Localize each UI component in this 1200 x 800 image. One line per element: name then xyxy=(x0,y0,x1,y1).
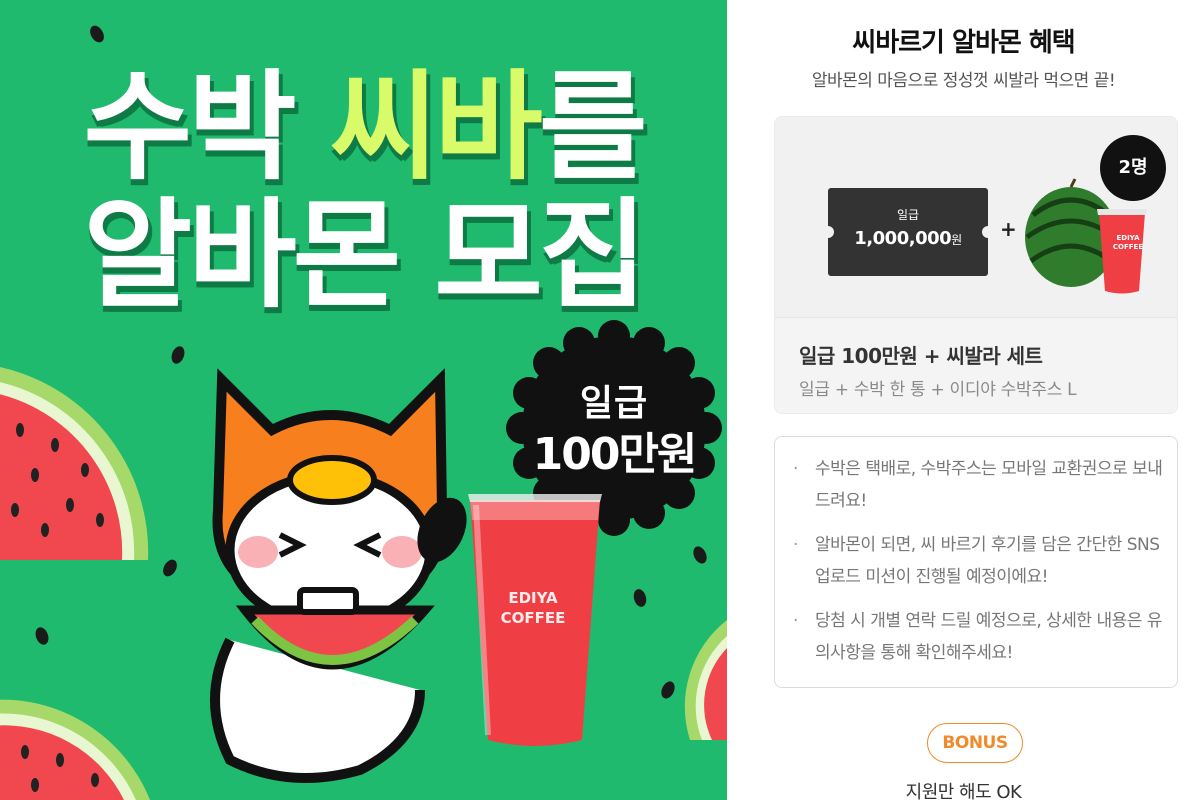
badge-amount: 100만원 xyxy=(532,429,698,480)
plus-sign: + xyxy=(1000,217,1017,241)
prize-name: 일급 100만원 + 씨발라 세트 xyxy=(799,344,1043,368)
notice-bullet: · xyxy=(793,535,798,555)
cup-brand-line-1: EDIYA xyxy=(508,589,558,607)
cup-brand-line-2: COFFEE xyxy=(500,609,566,627)
prize-cup-brand: EDIYA COFFEE xyxy=(1103,234,1153,252)
notice-box: · 수박은 택배로, 수박주스는 모바일 교환권으로 보내드려요! · 알바몬이… xyxy=(774,436,1178,688)
panel-title: 씨바르기 알바몬 혜택 xyxy=(852,28,1075,58)
cup-brand-label: EDIYA COFFEE xyxy=(478,588,588,628)
notice-item: · 알바몬이 되면, 씨 바르기 후기를 담은 간단한 SNS 업로드 미션이 … xyxy=(793,529,1163,593)
prize-card: 일급 1,000,000원 + EDIYA COFFEE 2명 일급 100만원… xyxy=(774,116,1178,414)
notice-item: · 수박은 택배로, 수박주스는 모바일 교환권으로 보내드려요! xyxy=(793,453,1163,517)
notice-text: 당첨 시 개별 연락 드릴 예정으로, 상세한 내용은 유의사항을 통해 확인해… xyxy=(815,611,1162,663)
notice-bullet: · xyxy=(793,611,798,631)
winner-count-badge: 2명 xyxy=(1100,135,1166,201)
notice-item: · 당첨 시 개별 연락 드릴 예정으로, 상세한 내용은 유의사항을 통해 확… xyxy=(793,605,1163,669)
watermelon-slice-bottom xyxy=(0,699,150,800)
headline-line-1: 수박 씨바를 xyxy=(0,62,727,192)
ticket-amount: 1,000,000 xyxy=(854,228,952,249)
headline-word-3: 를 xyxy=(538,58,648,196)
ticket-unit: 원 xyxy=(951,233,962,247)
notice-bullet: · xyxy=(793,459,798,479)
prize-info: 일급 100만원 + 씨발라 세트 일급 + 수박 한 통 + 이디야 수박주스… xyxy=(775,317,1177,413)
pay-ticket: 일급 1,000,000원 xyxy=(822,188,994,276)
prize-cup-brand-line-2: COFFEE xyxy=(1112,243,1144,251)
prize-visual: 일급 1,000,000원 + EDIYA COFFEE 2명 xyxy=(775,117,1177,317)
ticket-label: 일급 xyxy=(896,208,920,222)
notice-text: 수박은 택배로, 수박주스는 모바일 교환권으로 보내드려요! xyxy=(815,459,1163,511)
watermelon-slice-left xyxy=(0,367,149,560)
notice-text: 알바몬이 되면, 씨 바르기 후기를 담은 간단한 SNS 업로드 미션이 진행… xyxy=(815,535,1160,587)
ticket-amount-row: 1,000,000원 xyxy=(828,228,988,249)
prize-detail: 일급 + 수박 한 통 + 이디야 수박주스 L xyxy=(799,380,1077,400)
prize-cup-brand-line-1: EDIYA xyxy=(1116,234,1140,242)
headline-line-2: 알바몬 모집 xyxy=(83,186,648,324)
panel-subtitle: 알바몬의 마음으로 정성껏 씨발라 먹으면 끝! xyxy=(811,71,1116,91)
headline-accent-word: 씨바 xyxy=(329,58,543,196)
bonus-pill: BONUS xyxy=(927,723,1023,763)
mascot-character xyxy=(210,368,467,783)
promo-banner: 수박 씨바를 알바몬 모집 일급 100만원 EDIYA COFFEE xyxy=(0,0,727,800)
headline-word-1: 수박 xyxy=(83,58,330,196)
daily-pay-badge: 일급 100만원 xyxy=(516,330,712,526)
bonus-caption: 지원만 해도 OK xyxy=(905,782,1022,800)
benefit-panel: 씨바르기 알바몬 혜택 알바몬의 마음으로 정성껏 씨발라 먹으면 끝! 일급 … xyxy=(727,0,1200,800)
watermelon-slice-right xyxy=(684,620,727,740)
